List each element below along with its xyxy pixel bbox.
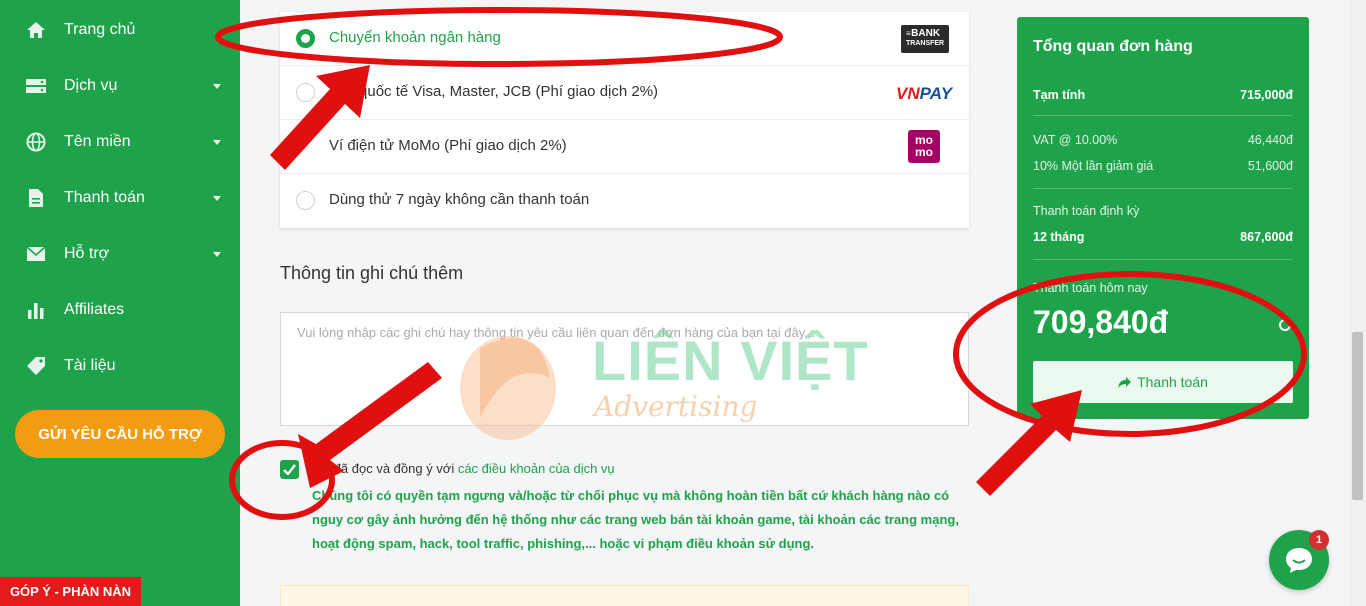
subtotal-row: Tạm tính 715,000đ	[1033, 88, 1293, 102]
globe-icon	[24, 130, 48, 154]
terms-link[interactable]: các điều khoản của dịch vụ	[458, 461, 615, 476]
divider	[1033, 188, 1293, 189]
sidebar-item-label: Dịch vụ	[64, 77, 118, 94]
sidebar-item-label: Hỗ trợ	[64, 245, 110, 262]
checkmark-icon	[283, 464, 296, 475]
terms-prefix: Tôi đã đọc và đồng ý với	[312, 461, 458, 476]
order-summary-card: Tổng quan đơn hàng Tạm tính 715,000đ VAT…	[1017, 17, 1309, 419]
radio-button[interactable]	[296, 83, 315, 102]
sidebar-item-docs[interactable]: Tài liệu	[0, 346, 240, 386]
sidebar-item-services[interactable]: Dịch vụ	[0, 66, 240, 106]
summary-title: Tổng quan đơn hàng	[1033, 38, 1193, 55]
checkout-label: Thanh toán	[1137, 374, 1208, 390]
payment-option-label: Ví điện tử MoMo (Phí giao dịch 2%)	[329, 137, 567, 154]
server-icon	[24, 74, 48, 98]
sidebar: Trang chủ Dịch vụ Tên miền Thanh toán Hỗ…	[0, 0, 240, 606]
home-icon	[24, 18, 48, 42]
page-scrollbar[interactable]	[1349, 0, 1366, 606]
chat-bubble-icon	[1286, 548, 1312, 573]
chevron-down-icon	[213, 251, 221, 257]
discount-value: 51,600đ	[1247, 159, 1293, 173]
sidebar-item-billing[interactable]: Thanh toán	[0, 178, 240, 218]
recurring-label-row: Thanh toán định kỳ	[1033, 204, 1293, 218]
recurring-label: Thanh toán định kỳ	[1033, 204, 1140, 218]
chevron-down-icon	[213, 83, 221, 89]
recurring-value: 867,600đ	[1240, 230, 1293, 244]
payment-option-card[interactable]: Thẻ quốc tế Visa, Master, JCB (Phí giao …	[280, 66, 969, 120]
checkout-button[interactable]: Thanh toán	[1033, 361, 1293, 403]
payment-option-label: Chuyển khoản ngân hàng	[329, 29, 501, 46]
sidebar-item-affiliates[interactable]: Affiliates	[0, 290, 240, 330]
terms-checkbox[interactable]	[280, 460, 299, 479]
document-icon	[24, 186, 48, 210]
chat-notification-badge: 1	[1309, 530, 1329, 550]
bank-transfer-logo: ≡BANK TRANSFER	[901, 25, 949, 53]
momo-logo: mo mo	[908, 130, 940, 163]
radio-button[interactable]	[296, 191, 315, 210]
tag-icon	[24, 354, 48, 378]
recurring-row: 12 tháng 867,600đ	[1033, 230, 1293, 244]
divider	[1033, 259, 1293, 260]
radio-button[interactable]	[296, 29, 315, 48]
payment-methods-card: Chuyển khoản ngân hàng ≡BANK TRANSFER Th…	[280, 12, 969, 228]
policy-notice: Chúng tôi có quyền tạm ngưng và/hoặc từ …	[312, 488, 959, 551]
payment-option-trial[interactable]: Dùng thử 7 ngày không cần thanh toán	[280, 174, 969, 228]
sidebar-item-home[interactable]: Trang chủ	[0, 10, 240, 50]
bar-chart-icon	[24, 298, 48, 322]
recurring-period: 12 tháng	[1033, 230, 1085, 244]
vnpay-logo: VNPAY	[896, 84, 953, 103]
sidebar-item-label: Tên miền	[64, 133, 131, 150]
vat-value: 46,440đ	[1247, 133, 1293, 147]
discount-row: 10% Một lần giảm giá 51,600đ	[1033, 159, 1293, 173]
request-support-button[interactable]: GỬI YÊU CẦU HỖ TRỢ	[15, 410, 225, 458]
today-label: Thanh toán hôm nay	[1033, 281, 1148, 295]
chevron-down-icon	[213, 195, 221, 201]
share-arrow-icon	[1118, 376, 1132, 388]
notice-box	[280, 585, 969, 606]
chevron-down-icon	[213, 139, 221, 145]
notes-title: Thông tin ghi chú thêm	[280, 263, 464, 283]
terms-label: Tôi đã đọc và đồng ý với các điều khoản …	[312, 461, 615, 476]
scrollbar-thumb[interactable]	[1352, 332, 1363, 500]
payment-option-momo[interactable]: Ví điện tử MoMo (Phí giao dịch 2%) mo mo	[280, 120, 969, 174]
vat-row: VAT @ 10.00% 46,440đ	[1033, 133, 1293, 147]
sidebar-item-label: Tài liệu	[64, 357, 116, 374]
divider	[1033, 115, 1293, 116]
sidebar-item-label: Thanh toán	[64, 189, 145, 206]
sidebar-item-support[interactable]: Hỗ trợ	[0, 234, 240, 274]
sidebar-item-label: Trang chủ	[64, 21, 136, 38]
payment-option-label: Dùng thử 7 ngày không cần thanh toán	[329, 191, 590, 208]
vat-label: VAT @ 10.00%	[1033, 133, 1118, 147]
sidebar-item-domains[interactable]: Tên miền	[0, 122, 240, 162]
spinner-icon	[1279, 319, 1291, 331]
payment-option-bank-transfer[interactable]: Chuyển khoản ngân hàng ≡BANK TRANSFER	[280, 12, 969, 66]
subtotal-label: Tạm tính	[1033, 88, 1086, 102]
notes-textarea[interactable]	[280, 312, 969, 426]
feedback-tab[interactable]: GÓP Ý - PHÀN NÀN	[0, 577, 141, 606]
discount-label: 10% Một lần giảm giá	[1033, 159, 1154, 173]
today-total: 709,840đ	[1033, 304, 1169, 340]
subtotal-value: 715,000đ	[1240, 88, 1293, 102]
envelope-icon	[24, 242, 48, 266]
payment-option-label: Thẻ quốc tế Visa, Master, JCB (Phí giao …	[329, 83, 659, 100]
sidebar-item-label: Affiliates	[64, 301, 125, 318]
